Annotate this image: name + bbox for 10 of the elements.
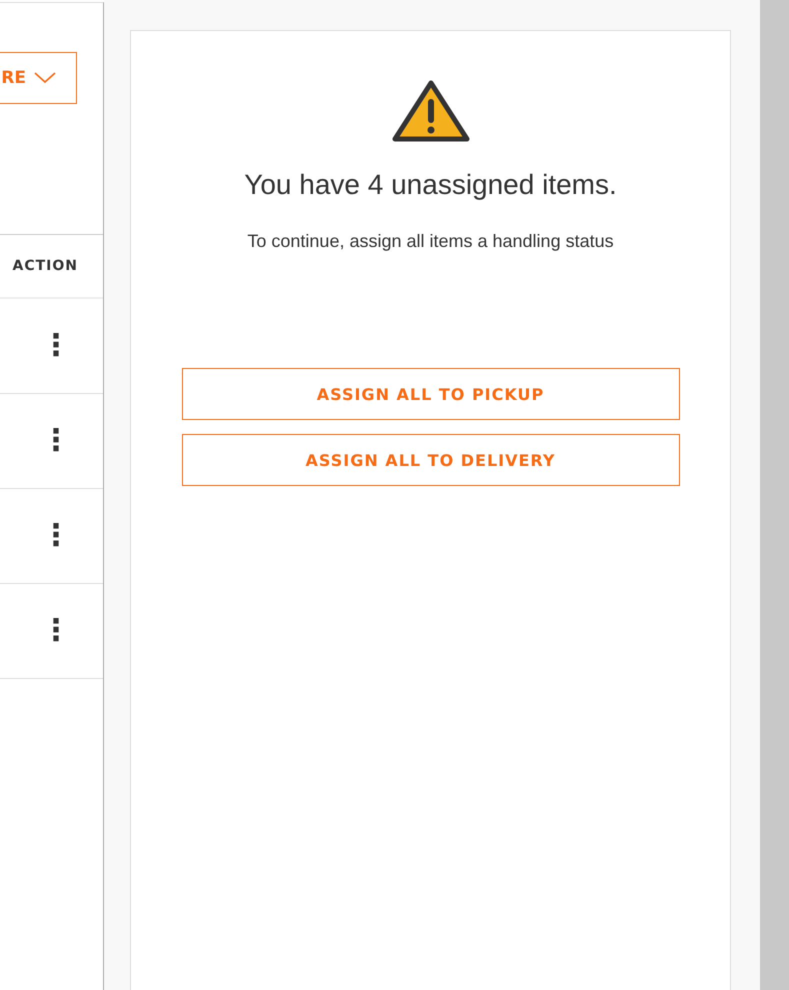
warning-icon bbox=[390, 79, 470, 143]
more-menu-button[interactable]: ⋮ bbox=[37, 331, 75, 361]
column-header: ACTION bbox=[12, 258, 78, 274]
dialog-message: To continue, assign all items a handling status bbox=[247, 231, 614, 252]
more-menu-button[interactable]: ⋮ bbox=[37, 521, 75, 551]
dialog-title: You have 4 unassigned items. bbox=[244, 169, 617, 201]
more-menu-button[interactable]: ⋮ bbox=[37, 616, 75, 646]
chevron-down-icon bbox=[34, 72, 56, 84]
more-menu-button[interactable]: ⋮ bbox=[37, 426, 75, 456]
scrollbar[interactable] bbox=[760, 0, 789, 990]
